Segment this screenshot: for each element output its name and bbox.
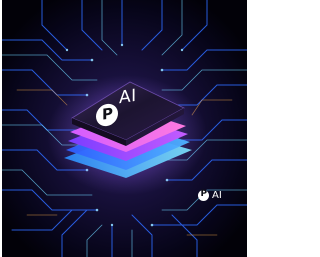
watermark-logo-letter: P <box>200 188 208 199</box>
chip-label: AI <box>119 85 137 109</box>
watermark-p-logo-icon: P <box>198 188 209 201</box>
watermark-label: AI <box>212 189 222 201</box>
watermark: P AI <box>198 188 224 202</box>
chip-logo-letter: P <box>102 104 113 124</box>
circuit-board-illustration <box>2 0 247 257</box>
ai-chip-image: P AI P AI <box>2 0 247 257</box>
